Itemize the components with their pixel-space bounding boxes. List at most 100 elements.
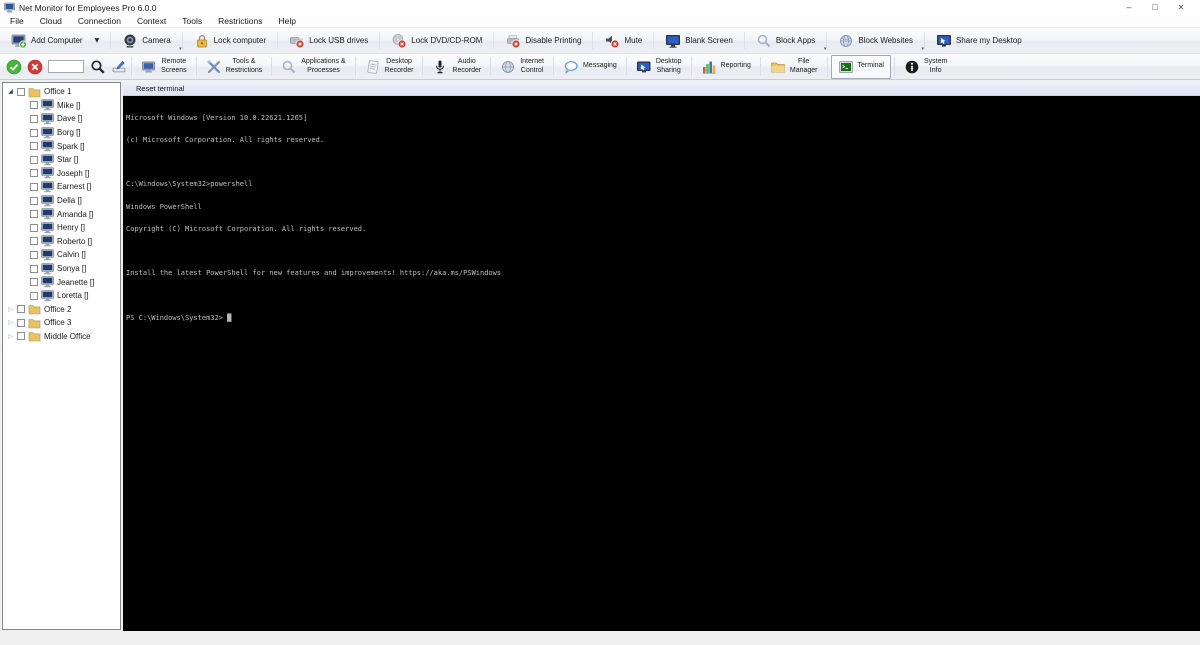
checkbox[interactable] xyxy=(17,318,25,327)
dropdown-arrow-icon[interactable]: ▼ xyxy=(95,37,100,44)
tree-item-computer[interactable]: Joseph [] xyxy=(3,167,120,181)
search-input[interactable] xyxy=(48,60,84,73)
menu-cloud[interactable]: Cloud xyxy=(32,15,70,28)
terminal-output[interactable]: Microsoft Windows [Version 10.0.22621.12… xyxy=(123,96,1200,631)
tree-item-computer[interactable]: Dave [] xyxy=(3,112,120,126)
block-apps-dropdown-caret-icon[interactable]: ▾ xyxy=(824,46,827,52)
close-button[interactable]: ✕ xyxy=(1168,0,1194,15)
disable-printing-button[interactable]: Disable Printing xyxy=(498,31,588,51)
tree-group-office3[interactable]: ▷ Office 3 xyxy=(3,316,120,330)
lock-computer-button[interactable]: Lock computer xyxy=(187,31,273,51)
expander-icon[interactable]: ◢ xyxy=(6,88,15,95)
menu-tools[interactable]: Tools xyxy=(174,15,210,28)
block-websites-dropdown-caret-icon[interactable]: ▾ xyxy=(921,46,924,52)
reporting-button[interactable]: Reporting xyxy=(695,55,757,79)
computer-icon xyxy=(41,235,54,247)
checkbox[interactable] xyxy=(30,250,38,259)
desktop-sharing-button[interactable]: Desktop Sharing xyxy=(630,55,688,79)
checkbox[interactable] xyxy=(17,305,25,314)
checkbox[interactable] xyxy=(30,264,38,273)
terminal-button[interactable]: Terminal xyxy=(830,54,891,79)
tree-item-computer[interactable]: Della [] xyxy=(3,194,120,208)
checkbox[interactable] xyxy=(30,169,38,178)
tools-restrictions-button[interactable]: Tools & Restrictions xyxy=(200,55,269,79)
terminal-cursor: █ xyxy=(227,313,232,322)
audio-recorder-button[interactable]: Audio Recorder xyxy=(426,55,487,79)
checkbox[interactable] xyxy=(30,142,38,151)
edit-computer-button[interactable] xyxy=(110,58,127,75)
checkbox[interactable] xyxy=(30,155,38,164)
messaging-button[interactable]: Messaging xyxy=(557,55,623,79)
search-button[interactable] xyxy=(89,58,106,75)
computer-name: Mike [] xyxy=(57,100,81,110)
applications-processes-button[interactable]: Applications & Processes xyxy=(275,55,351,79)
checkbox[interactable] xyxy=(30,196,38,205)
block-websites-button[interactable]: Block Websites ▾ xyxy=(831,31,924,52)
minimize-button[interactable]: – xyxy=(1116,0,1142,15)
checkbox[interactable] xyxy=(30,114,38,123)
desktop-recorder-button[interactable]: Desktop Recorder xyxy=(359,55,420,79)
menu-connection[interactable]: Connection xyxy=(70,15,129,28)
checkbox[interactable] xyxy=(30,291,38,300)
button-label-line2: Recorder xyxy=(452,66,482,74)
computer-icon xyxy=(41,208,54,220)
remote-screens-button[interactable]: Remote Screens xyxy=(135,55,193,79)
expander-icon[interactable]: ▷ xyxy=(6,306,15,313)
tree-item-computer[interactable]: Loretta [] xyxy=(3,289,120,303)
menu-context[interactable]: Context xyxy=(129,15,174,28)
blank-screen-button[interactable]: Blank Screen xyxy=(658,31,740,51)
mute-button[interactable]: Mute xyxy=(597,31,649,51)
file-manager-button[interactable]: File Manager xyxy=(764,55,824,79)
tree-item-computer[interactable]: Amanda [] xyxy=(3,207,120,221)
tree-group-office2[interactable]: ▷ Office 2 xyxy=(3,303,120,317)
tree-item-computer[interactable]: Calvin [] xyxy=(3,248,120,262)
checkbox[interactable] xyxy=(30,128,38,137)
block-apps-button[interactable]: Block Apps ▾ xyxy=(749,31,826,52)
button-label-line2: Manager xyxy=(789,66,818,74)
add-computer-button[interactable]: Add Computer ▼ xyxy=(4,31,106,51)
disconnect-button[interactable] xyxy=(26,58,43,75)
checkbox[interactable] xyxy=(30,101,38,110)
tree-group-middle-office[interactable]: ▷ Middle Office xyxy=(3,330,120,344)
tree-item-computer[interactable]: Borg [] xyxy=(3,126,120,140)
tree-item-computer[interactable]: Star [] xyxy=(3,153,120,167)
menu-restrictions[interactable]: Restrictions xyxy=(210,15,270,28)
button-label-line1: Messaging xyxy=(582,62,617,70)
expander-icon[interactable]: ▷ xyxy=(6,319,15,326)
terminal-prompt: PS C:\Windows\System32> xyxy=(126,313,228,322)
share-desktop-button[interactable]: Share my Desktop xyxy=(929,31,1029,51)
checkbox[interactable] xyxy=(30,223,38,232)
checkbox[interactable] xyxy=(30,182,38,191)
tree-item-computer[interactable]: Mike [] xyxy=(3,99,120,113)
blank-screen-label: Blank Screen xyxy=(685,36,733,45)
camera-button[interactable]: Camera ▾ xyxy=(115,31,182,52)
block-websites-label: Block Websites xyxy=(858,36,913,45)
tree-item-computer[interactable]: Roberto [] xyxy=(3,235,120,249)
menu-help[interactable]: Help xyxy=(270,15,303,28)
computer-icon xyxy=(41,194,54,207)
tree-item-computer[interactable]: Sonya [] xyxy=(3,262,120,276)
connect-button[interactable] xyxy=(5,58,22,75)
lock-usb-button[interactable]: Lock USB drives xyxy=(282,31,375,51)
toolbar-separator xyxy=(759,57,761,76)
checkbox[interactable] xyxy=(30,278,38,287)
reset-terminal-button[interactable]: Reset terminal xyxy=(133,83,187,94)
computer-name: Roberto [] xyxy=(57,236,93,246)
tree-item-computer[interactable]: Jeanette [] xyxy=(3,275,120,289)
internet-control-button[interactable]: Internet Control xyxy=(494,55,550,79)
checkbox[interactable] xyxy=(30,237,38,246)
menu-file[interactable]: File xyxy=(2,15,32,28)
checkbox[interactable] xyxy=(30,210,38,219)
tree-item-computer[interactable]: Earnest [] xyxy=(3,180,120,194)
folder-icon xyxy=(28,330,41,342)
expander-icon[interactable]: ▷ xyxy=(6,333,15,340)
tree-item-computer[interactable]: Henry [] xyxy=(3,221,120,235)
checkbox[interactable] xyxy=(17,87,25,96)
tree-item-computer[interactable]: Spark [] xyxy=(3,139,120,153)
tree-group-office1[interactable]: ◢ Office 1 xyxy=(3,85,120,99)
lock-dvd-button[interactable]: Lock DVD/CD-ROM xyxy=(384,31,489,51)
system-info-button[interactable]: System Info xyxy=(898,55,953,79)
maximize-button[interactable]: □ xyxy=(1142,0,1168,15)
camera-dropdown-caret-icon[interactable]: ▾ xyxy=(179,46,182,52)
checkbox[interactable] xyxy=(17,332,25,341)
